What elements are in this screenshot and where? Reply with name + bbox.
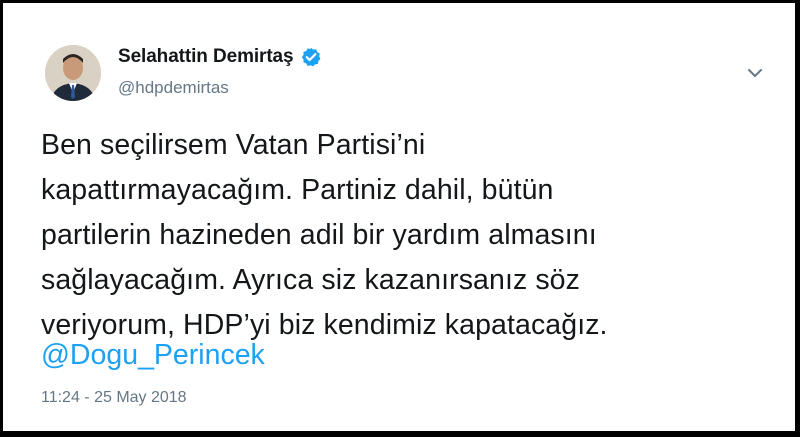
tweet-text-line: Ben seçilirsem Vatan Partisi’ni [41,129,426,161]
profile-photo [45,45,101,101]
mention-link[interactable]: @Dogu_Perincek [41,333,265,378]
verified-badge-icon [301,47,321,67]
tweet-text-line: partilerin hazineden adil bir yardım alm… [41,219,597,251]
author-name-row[interactable]: Selahattin Demirtaş [118,46,321,68]
chevron-down-icon[interactable] [743,63,767,83]
author-display-name[interactable]: Selahattin Demirtaş [118,46,294,68]
tweet-text-line: kapattırmayacağım. Partiniz dahil, bütün [41,174,554,206]
avatar[interactable] [45,45,101,101]
tweet-card: Selahattin Demirtaş @hdpdemirtas Ben seç… [0,0,800,437]
tweet-text: Ben seçilirsem Vatan Partisi’ni kapattır… [41,123,781,348]
author-handle[interactable]: @hdpdemirtas [118,78,229,98]
tweet-text-line: sağlayacağım. Ayrıca siz kazanırsanız sö… [41,264,580,296]
tweet-timestamp[interactable]: 11:24 - 25 May 2018 [41,389,187,407]
